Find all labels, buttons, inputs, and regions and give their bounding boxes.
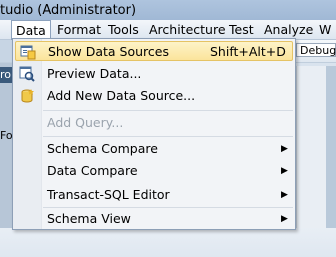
menu-bar: Data Format Tools Architecture Test Anal… [0,20,336,40]
submenu-arrow-icon: ▶ [281,144,288,154]
menu-item-schema-view[interactable]: Schema View ▶ [15,209,293,229]
solution-config-select[interactable]: Debug [296,43,336,57]
menu-item-label: Add New Data Source... [47,88,196,103]
menu-item-label: Transact-SQL Editor [47,187,170,202]
menu-item-data-compare[interactable]: Data Compare ▶ [15,161,293,181]
menu-architecture[interactable]: Architecture [144,21,231,38]
side-tab-2[interactable]: Fo [0,128,13,142]
window-background [0,228,336,257]
menu-format[interactable]: Format [52,21,106,38]
side-tab-1-label: ro [0,68,12,81]
menu-separator [43,136,293,137]
add-data-source-icon [19,88,35,104]
title-bar: tudio (Administrator) [0,0,336,22]
menu-item-label: Schema View [47,211,131,226]
menu-item-transact-sql-editor[interactable]: Transact-SQL Editor ▶ [15,185,293,205]
menu-item-shortcut: Shift+Alt+D [210,44,286,59]
side-tab-2-label: Fo [0,129,13,142]
menu-item-label: Show Data Sources [48,44,169,59]
menu-item-label: Data Compare [47,163,138,178]
data-menu-dropdown: Show Data Sources Shift+Alt+D Preview Da… [12,38,296,230]
menu-item-label: Preview Data... [47,66,142,81]
preview-data-icon [19,66,35,82]
menu-item-preview-data[interactable]: Preview Data... [15,64,293,84]
menu-item-schema-compare[interactable]: Schema Compare ▶ [15,139,293,159]
window-title: tudio (Administrator) [0,3,137,18]
submenu-arrow-icon: ▶ [281,190,288,200]
menu-item-add-new-data-source[interactable]: Add New Data Source... [15,86,293,106]
menu-separator [43,207,293,208]
menu-overflow [0,21,8,38]
submenu-arrow-icon: ▶ [281,166,288,176]
menu-analyze[interactable]: Analyze [259,21,318,38]
right-scroll-strip [326,66,336,228]
menu-separator [43,110,293,111]
side-tab-1[interactable]: ro [0,67,12,83]
menu-item-add-query: Add Query... [15,113,293,133]
menu-data[interactable]: Data [11,20,51,40]
data-sources-icon [20,44,36,60]
submenu-arrow-icon: ▶ [281,214,288,224]
menu-window[interactable]: W [314,21,336,38]
menu-item-label: Add Query... [47,115,124,130]
menu-item-show-data-sources[interactable]: Show Data Sources Shift+Alt+D [15,41,293,61]
menu-tools[interactable]: Tools [103,21,144,38]
menu-item-label: Schema Compare [47,141,158,156]
menu-test[interactable]: Test [224,21,259,38]
